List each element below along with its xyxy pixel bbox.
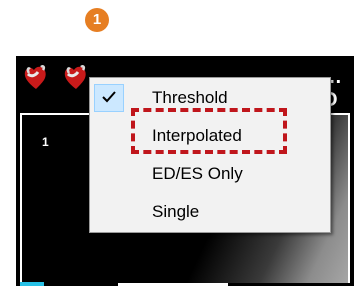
menu-item-label: Threshold	[152, 88, 228, 107]
bottom-marker	[20, 282, 44, 286]
menu-item-single[interactable]: Single	[90, 196, 330, 228]
context-menu: Threshold Interpolated ED/ES Only Single	[89, 77, 331, 233]
menu-item-label: ED/ES Only	[152, 164, 243, 183]
frame-number: 1	[42, 135, 49, 149]
heart-icon[interactable]	[62, 64, 90, 92]
menu-item-ed-es-only[interactable]: ED/ES Only	[90, 158, 330, 190]
check-icon	[94, 84, 124, 112]
heart-icon[interactable]	[22, 64, 50, 92]
step-badge: 1	[85, 8, 109, 32]
highlight-box	[131, 108, 287, 154]
menu-item-label: Single	[152, 202, 200, 221]
